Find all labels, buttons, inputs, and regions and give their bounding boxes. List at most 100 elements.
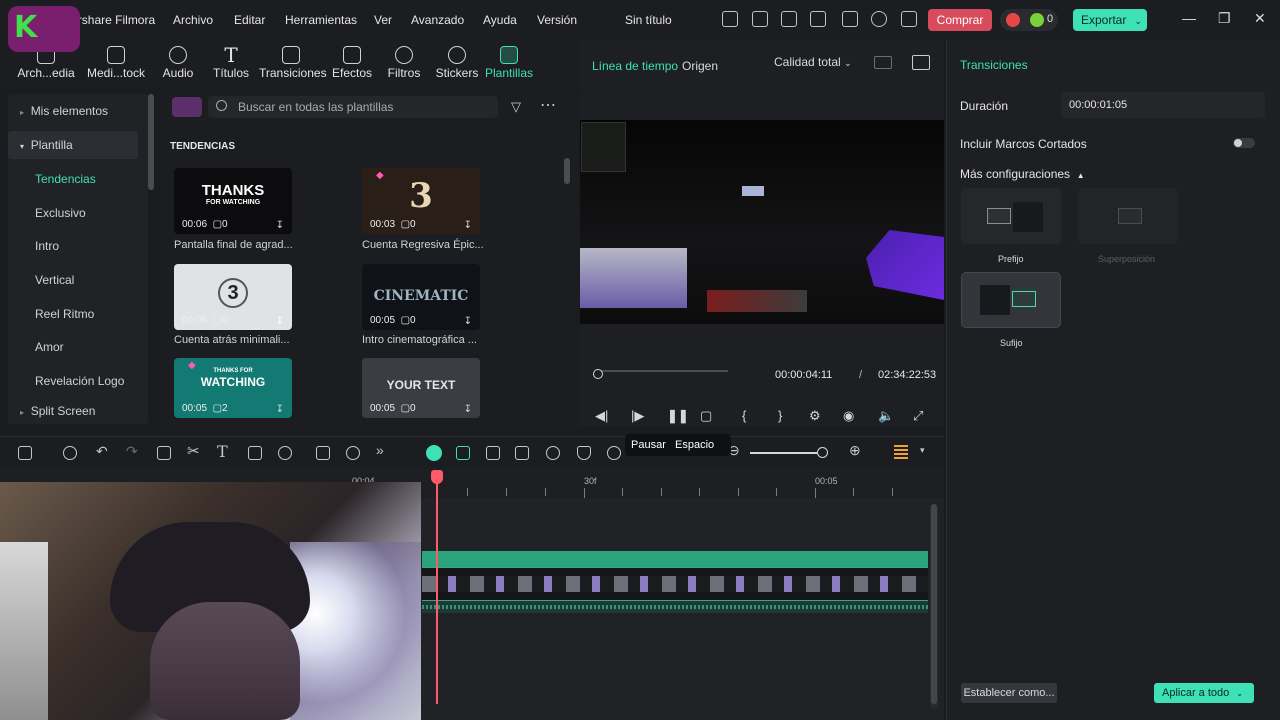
crop-icon[interactable] [248, 446, 262, 460]
grid-apps-icon[interactable] [901, 11, 917, 27]
store-icon[interactable] [172, 97, 202, 117]
restore-icon[interactable]: ❐ [1218, 10, 1231, 27]
buy-button[interactable]: Comprar [928, 9, 992, 31]
image-icon[interactable] [515, 446, 529, 460]
minimize-icon[interactable]: — [1182, 10, 1196, 26]
download-icon[interactable]: ↧ [464, 220, 472, 231]
sidebar-scrollbar[interactable] [148, 94, 154, 190]
download-icon[interactable]: ↧ [276, 316, 284, 327]
sidebar-item-logo-reveal[interactable]: Revelación Logo [8, 367, 138, 395]
templates-scrollbar[interactable] [564, 158, 570, 184]
chevron-down-icon[interactable]: ▾ [920, 445, 925, 456]
headset-icon[interactable] [871, 11, 887, 27]
audio-meter-icon[interactable] [894, 445, 908, 461]
color-match-icon[interactable] [346, 446, 360, 460]
template-card[interactable]: YOUR TEXT 00:05 ▢0 ↧ [362, 358, 480, 418]
menu-version[interactable]: Versión [537, 13, 577, 27]
sync-icon[interactable] [546, 446, 560, 460]
fullscreen-icon[interactable]: ⤢ [913, 408, 923, 424]
menu-editar[interactable]: Editar [234, 13, 265, 27]
sidebar-item-my-elements[interactable]: ▸ Mis elementos [8, 97, 138, 125]
progress-track[interactable] [598, 370, 728, 372]
template-card[interactable]: 3 00:06 ▢0 ↧ [174, 264, 292, 330]
undo-icon[interactable]: ↶ [96, 443, 108, 460]
export-button[interactable]: Exportar ⌄ [1073, 9, 1147, 31]
apply-all-button[interactable]: Aplicar a todo ⌄ [1154, 683, 1254, 703]
sidebar-item-exclusive[interactable]: Exclusivo [8, 199, 138, 227]
shield-icon[interactable] [577, 446, 591, 460]
tab-timeline-preview[interactable]: Línea de tiempo [592, 59, 678, 73]
download-icon[interactable]: ↧ [276, 404, 284, 415]
tab-stock-media[interactable]: Medi...tock [84, 40, 148, 88]
redo-icon[interactable]: ↷ [126, 443, 138, 460]
download-icon[interactable]: ↧ [464, 404, 472, 415]
cloud-upload-icon[interactable] [842, 11, 858, 27]
audio-waveform[interactable] [422, 601, 928, 613]
video-clip[interactable] [422, 567, 928, 601]
stop-icon[interactable]: ▢ [700, 408, 712, 424]
volume-icon[interactable]: 🔈 [878, 408, 894, 424]
play-forward-icon[interactable]: |▶ [631, 408, 644, 424]
more-options-icon[interactable]: ⋯ [540, 95, 556, 115]
credits-badge[interactable]: 0 [1000, 9, 1058, 31]
menu-avanzado[interactable]: Avanzado [411, 13, 464, 27]
zoom-in-icon[interactable]: ⊕ [849, 442, 861, 459]
select-tool-icon[interactable] [63, 446, 77, 460]
delete-icon[interactable] [157, 446, 171, 460]
sidebar-item-intro[interactable]: Intro [8, 232, 138, 260]
tab-templates[interactable]: Plantillas [477, 40, 541, 88]
playhead-handle[interactable] [431, 470, 443, 484]
more-tools-icon[interactable]: » [376, 442, 384, 458]
filter-funnel-icon[interactable]: ▽ [511, 99, 521, 115]
magnet-icon[interactable] [456, 446, 470, 460]
settings-gear-icon[interactable]: ⚙ [809, 408, 821, 424]
close-icon[interactable]: ✕ [1254, 10, 1266, 27]
pause-icon[interactable]: ❚❚ [667, 408, 689, 424]
camera-icon[interactable]: ◉ [843, 408, 854, 424]
sidebar-item-split-screen[interactable]: ▸ Split Screen [8, 397, 138, 425]
sidebar-item-vertical[interactable]: Vertical [8, 266, 138, 294]
tab-source-preview[interactable]: Origen [682, 59, 718, 73]
monitor-icon[interactable] [781, 11, 797, 27]
save-icon[interactable] [810, 11, 826, 27]
sidebar-item-template[interactable]: ▾ Plantilla [8, 131, 138, 159]
menu-archivo[interactable]: Archivo [173, 13, 213, 27]
sidebar-item-reel-rhythm[interactable]: Reel Ritmo [8, 300, 138, 328]
layout-grid-icon[interactable] [18, 446, 32, 460]
scrollbar-thumb[interactable] [931, 504, 937, 704]
text-tool-icon[interactable]: T [217, 442, 228, 461]
microphone-icon[interactable] [607, 446, 621, 460]
set-as-button[interactable]: Establecer como... [961, 683, 1057, 703]
snapshot-image-icon[interactable] [912, 55, 930, 70]
history-icon[interactable] [752, 11, 768, 27]
duration-field[interactable]: 00:00:01:05 [1061, 92, 1265, 118]
send-icon[interactable] [722, 11, 738, 27]
search-input[interactable]: Buscar en todas las plantillas [208, 96, 498, 118]
tab-titles[interactable]: T Títulos [199, 40, 263, 88]
progress-handle[interactable] [593, 369, 603, 379]
mode-suffix-button[interactable] [961, 272, 1061, 328]
zoom-slider-handle[interactable] [817, 447, 828, 458]
menu-ver[interactable]: Ver [374, 13, 392, 27]
video-preview[interactable] [580, 120, 944, 324]
sidebar-item-trending[interactable]: Tendencias [8, 165, 138, 193]
template-card[interactable]: ◆ THANKS FOR WATCHING 00:05 ▢2 ↧ [174, 358, 292, 418]
snap-toggle-icon[interactable] [426, 445, 442, 461]
menu-herramientas[interactable]: Herramientas [285, 13, 357, 27]
template-card[interactable]: ◆ 3 00:03 ▢0 ↧ [362, 168, 480, 234]
prev-frame-icon[interactable]: ◀| [595, 408, 608, 424]
download-icon[interactable]: ↧ [464, 316, 472, 327]
tab-transitions[interactable]: Transiciones [259, 40, 327, 88]
mark-out-icon[interactable]: } [778, 408, 782, 423]
grid-view-icon[interactable] [874, 56, 892, 69]
transition-clip[interactable] [422, 551, 928, 567]
speed-timer-icon[interactable] [278, 446, 292, 460]
short-frames-toggle[interactable] [1233, 138, 1255, 148]
template-card[interactable]: THANKS FOR WATCHING 00:06 ▢0 ↧ [174, 168, 292, 234]
scissors-icon[interactable]: ✂ [187, 442, 200, 460]
sidebar-item-love[interactable]: Amor [8, 333, 138, 361]
mode-prefix-button[interactable] [961, 188, 1061, 244]
mark-in-icon[interactable]: { [742, 408, 746, 423]
ai-edit-icon[interactable] [316, 446, 330, 460]
template-card[interactable]: CINEMATIC 00:05 ▢0 ↧ [362, 264, 480, 330]
